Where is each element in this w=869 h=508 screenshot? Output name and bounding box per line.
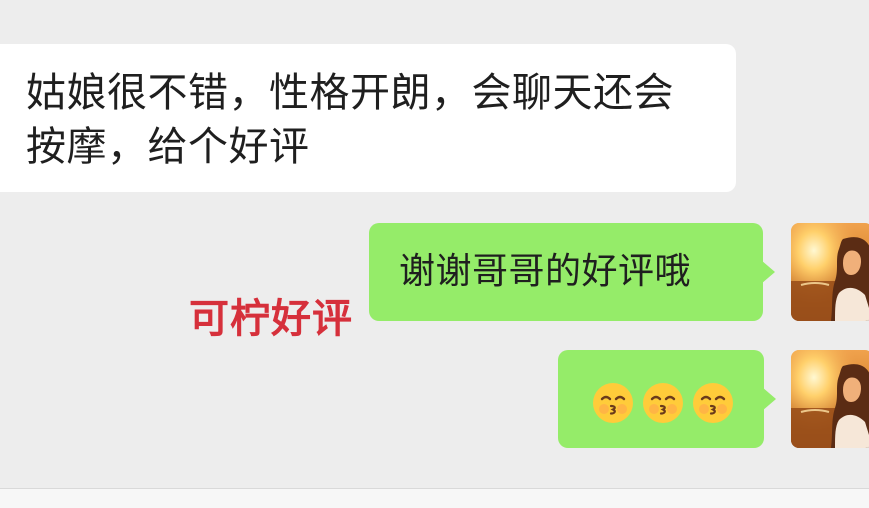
- outgoing-message-text: 谢谢哥哥的好评哦: [399, 251, 692, 292]
- outgoing-emoji-bubble[interactable]: [558, 350, 776, 448]
- emoji-row: [590, 380, 736, 426]
- next-message-strip: [0, 488, 869, 508]
- avatar[interactable]: [791, 223, 869, 321]
- kissing-face-with-smiling-eyes-icon: [593, 383, 633, 423]
- bubble-tail: [762, 387, 776, 411]
- kissing-face-with-smiling-eyes-icon: [693, 383, 733, 423]
- chat-window: 姑娘很不错，性格开朗，会聊天还会按摩，给个好评 谢谢哥哥的好评哦 可柠好评: [0, 0, 869, 508]
- review-watermark: 可柠好评: [189, 296, 353, 342]
- sunset-portrait-avatar-icon: [791, 350, 869, 448]
- incoming-message-bubble[interactable]: 姑娘很不错，性格开朗，会聊天还会按摩，给个好评: [0, 44, 736, 192]
- avatar[interactable]: [791, 350, 869, 448]
- kissing-face-with-smiling-eyes-icon: [643, 383, 683, 423]
- sunset-portrait-avatar-icon: [791, 223, 869, 321]
- outgoing-message-bubble[interactable]: 谢谢哥哥的好评哦: [369, 223, 775, 321]
- incoming-message-text: 姑娘很不错，性格开朗，会聊天还会按摩，给个好评: [26, 70, 674, 170]
- bubble-tail: [761, 260, 775, 284]
